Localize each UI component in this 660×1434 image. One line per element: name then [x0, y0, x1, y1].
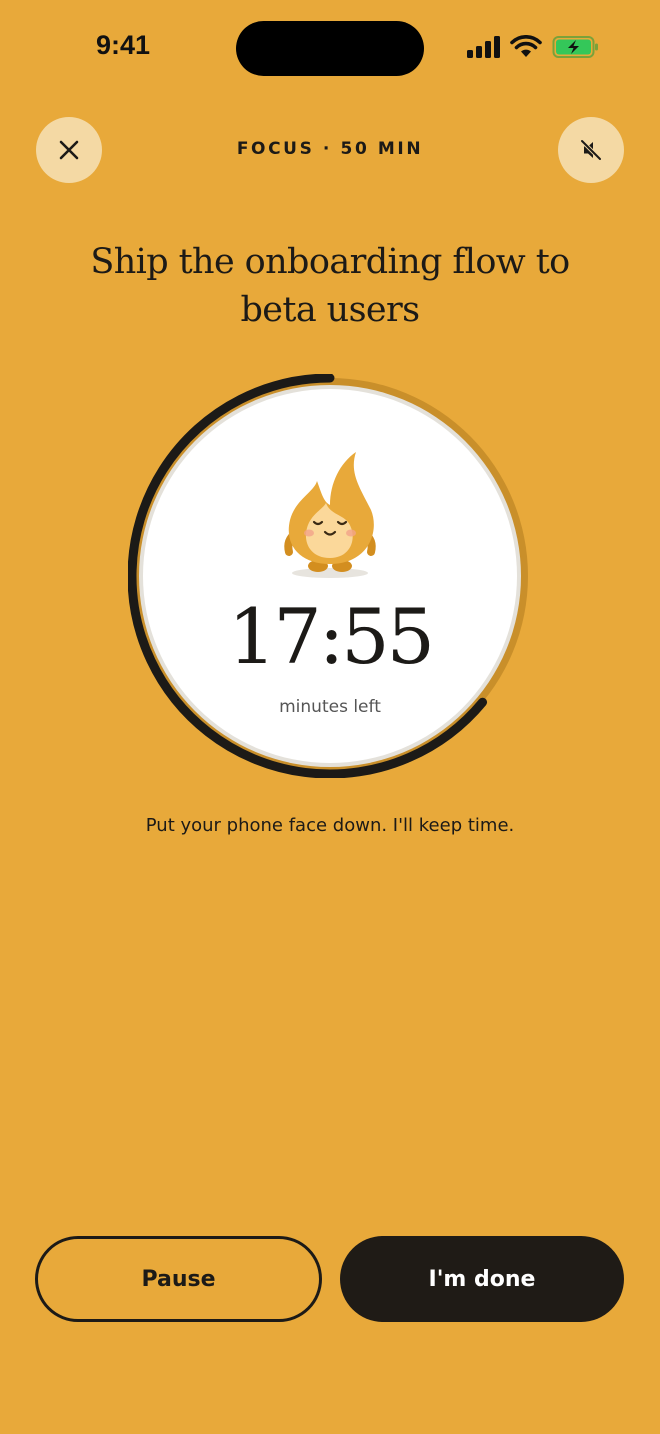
mute-button[interactable]	[558, 117, 624, 183]
time-remaining: 17:55	[227, 592, 435, 681]
cellular-signal-icon	[467, 36, 500, 58]
done-button[interactable]: I'm done	[340, 1236, 624, 1322]
status-bar: 9:41	[0, 0, 660, 96]
speaker-muted-icon	[580, 139, 602, 161]
time-caption: minutes left	[279, 697, 381, 717]
status-time: 9:41	[96, 30, 151, 60]
task-title: Ship the onboarding flow to beta users	[90, 242, 570, 330]
battery-charging-icon	[552, 36, 598, 58]
pause-button[interactable]: Pause	[35, 1236, 322, 1322]
dynamic-island	[236, 21, 424, 76]
wifi-icon	[510, 35, 542, 57]
hint-text: Put your phone face down. I'll keep time…	[145, 815, 515, 836]
flame-mascot-icon	[284, 452, 376, 578]
focus-timer: 17:55 minutes left	[128, 374, 532, 778]
